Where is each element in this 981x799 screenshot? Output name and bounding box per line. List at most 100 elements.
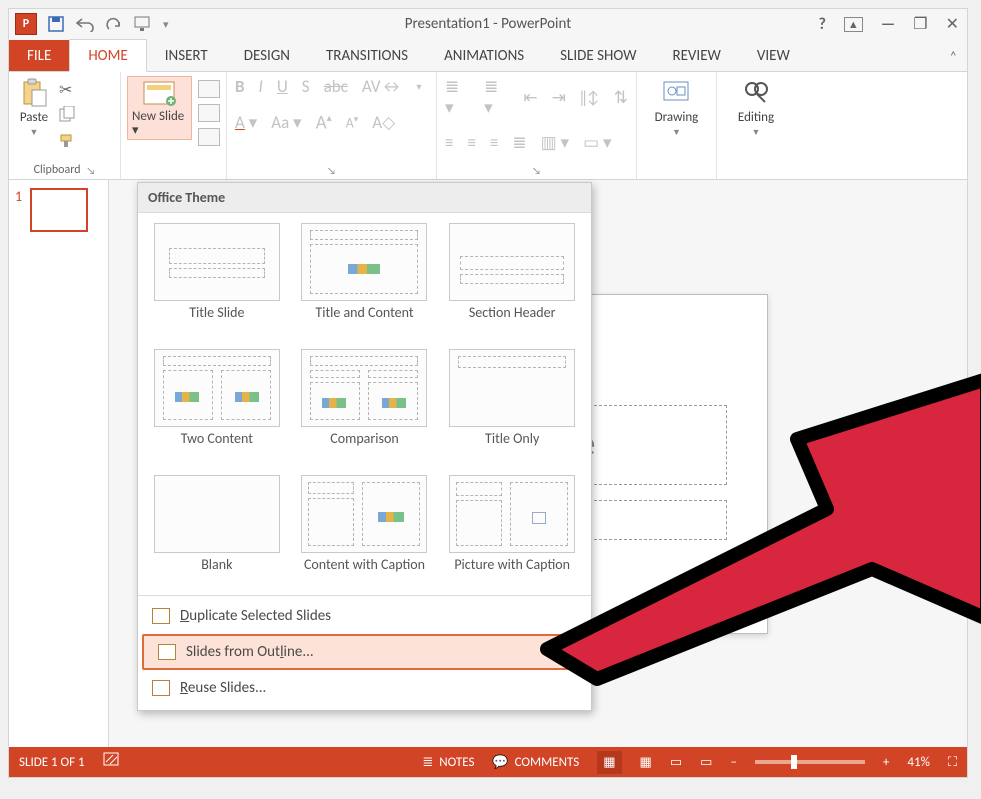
layout-two-content[interactable]: Two Content (148, 349, 286, 465)
close-button[interactable]: ✕ (946, 14, 959, 34)
spellcheck-icon[interactable] (103, 752, 121, 772)
layout-title-slide[interactable]: Title Slide (148, 223, 286, 339)
character-spacing-button[interactable]: AV↔ (360, 76, 405, 97)
notes-button[interactable]: ≣ NOTES (422, 755, 474, 770)
underline-button[interactable]: U (275, 76, 290, 97)
slide-thumbnail-pane[interactable]: 1 (9, 180, 109, 747)
tab-view[interactable]: VIEW (739, 40, 808, 71)
tab-insert[interactable]: INSERT (147, 40, 226, 71)
layout-title-and-content[interactable]: Title and Content (296, 223, 434, 339)
format-painter-icon[interactable] (59, 133, 77, 154)
group-editing: Editing ▼ (717, 72, 795, 179)
reuse-slides-label: Reuse Slides... (180, 679, 266, 697)
app-window: P ▾ Presentation1 - PowerPoint ? ▲ — ❐ ✕ (8, 8, 968, 778)
customize-qat-icon[interactable]: ▾ (163, 18, 169, 31)
reuse-slides[interactable]: Reuse Slides... (138, 672, 591, 704)
copy-icon[interactable] (59, 106, 77, 127)
line-spacing-button[interactable]: ‖↕ (578, 87, 602, 108)
zoom-slider[interactable] (755, 760, 865, 764)
layout-comparison[interactable]: Comparison (296, 349, 434, 465)
slide-counter[interactable]: SLIDE 1 OF 1 (19, 755, 85, 770)
editing-label: Editing (738, 110, 774, 125)
paste-button[interactable]: Paste ▼ (15, 76, 53, 140)
italic-button[interactable]: I (257, 76, 265, 97)
zoom-out-button[interactable]: – (730, 755, 736, 770)
change-case-button[interactable]: Aa ▾ (269, 112, 303, 133)
tab-design[interactable]: DESIGN (226, 40, 308, 71)
undo-icon[interactable] (75, 16, 95, 32)
grow-font-button[interactable]: A▴ (314, 111, 334, 134)
ribbon-display-options-icon[interactable]: ▲ (844, 17, 863, 32)
section-icon[interactable] (198, 128, 220, 146)
align-left-button[interactable]: ≡ (443, 132, 455, 153)
reading-view-icon[interactable]: ▭ (670, 755, 682, 770)
new-slide-button[interactable]: New Slide ▾ (127, 76, 192, 140)
layout-section-header[interactable]: Section Header (443, 223, 581, 339)
editing-button[interactable]: Editing ▼ (734, 76, 778, 140)
save-icon[interactable] (47, 15, 65, 33)
columns-button[interactable]: ▥ ▾ (539, 132, 571, 153)
duplicate-label: Duplicate Selected Slides (180, 607, 331, 625)
collapse-ribbon-icon[interactable]: ˄ (939, 42, 967, 71)
drawing-button[interactable]: Drawing ▼ (651, 76, 703, 140)
group-drawing: Drawing ▼ (637, 72, 717, 179)
slides-from-outline[interactable]: Slides from Outline... (142, 634, 587, 670)
increase-indent-button[interactable]: ⇥ (550, 87, 568, 108)
tab-review[interactable]: REVIEW (654, 40, 738, 71)
align-center-button[interactable]: ≡ (465, 132, 477, 153)
help-button[interactable]: ? (818, 15, 825, 34)
align-right-button[interactable]: ≡ (488, 132, 500, 153)
bullets-button[interactable]: ≣ ▾ (443, 76, 472, 118)
comments-button[interactable]: 💬 COMMENTS (492, 755, 579, 770)
slide-sorter-view-icon[interactable]: ▦ (640, 755, 652, 770)
numbering-button[interactable]: ≣ ▾ (482, 76, 511, 118)
clear-formatting-button[interactable]: A◇ (370, 112, 397, 133)
notes-label: NOTES (439, 755, 474, 770)
bold-button[interactable]: B (233, 76, 247, 97)
slide-thumbnail-1[interactable] (30, 188, 88, 232)
redo-icon[interactable] (105, 16, 123, 32)
tab-slideshow[interactable]: SLIDE SHOW (542, 40, 654, 71)
paste-label: Paste (20, 110, 48, 125)
reset-slide-icon[interactable] (198, 104, 220, 122)
layout-label: Title and Content (315, 305, 413, 339)
zoom-in-button[interactable]: + (883, 755, 889, 770)
clipboard-launcher-icon[interactable]: ↘ (87, 164, 96, 177)
ribbon: Paste ▼ ✂ Clipboard↘ (9, 72, 967, 180)
minimize-button[interactable]: — (881, 15, 895, 34)
normal-view-icon[interactable]: ▦ (597, 751, 621, 774)
strikethrough-button[interactable]: abc (322, 76, 350, 97)
shrink-font-button[interactable]: A▾ (344, 114, 361, 132)
zoom-level[interactable]: 41% (907, 755, 929, 770)
cut-icon[interactable]: ✂ (59, 80, 77, 100)
layout-picture-with-caption[interactable]: Picture with Caption (443, 475, 581, 591)
font-launcher-icon[interactable]: ↘ (327, 164, 336, 177)
outline-icon (158, 644, 176, 660)
shadow-button[interactable]: S (300, 76, 312, 97)
justify-button[interactable]: ≣ (510, 132, 528, 153)
tab-transitions[interactable]: TRANSITIONS (308, 40, 426, 71)
tab-home[interactable]: HOME (69, 39, 146, 72)
font-more-icon[interactable]: ▾ (414, 80, 423, 93)
slide-layout-icon[interactable] (198, 80, 220, 98)
zoom-slider-thumb[interactable] (791, 755, 797, 769)
paragraph-launcher-icon[interactable]: ↘ (532, 164, 541, 177)
fit-to-window-icon[interactable]: ⛶ (948, 755, 957, 770)
font-color-button[interactable]: A ▾ (233, 112, 259, 133)
tab-file[interactable]: FILE (9, 40, 69, 71)
text-direction-button[interactable]: ⇅ (612, 87, 630, 108)
decrease-indent-button[interactable]: ⇤ (521, 87, 539, 108)
duplicate-selected-slides[interactable]: Duplicate Selected Slides (138, 600, 591, 632)
start-from-beginning-icon[interactable] (133, 15, 153, 33)
restore-button[interactable]: ❐ (913, 14, 927, 34)
comments-icon: 💬 (492, 755, 508, 770)
slideshow-view-icon[interactable]: ▭ (700, 755, 712, 770)
convert-smartart-button[interactable]: ▭ ▾ (581, 132, 613, 153)
layout-content-with-caption[interactable]: Content with Caption (296, 475, 434, 591)
layout-blank[interactable]: Blank (148, 475, 286, 591)
group-slides: New Slide ▾ (121, 72, 227, 179)
group-clipboard: Paste ▼ ✂ Clipboard↘ (9, 72, 121, 179)
layout-title-only[interactable]: Title Only (443, 349, 581, 465)
tab-animations[interactable]: ANIMATIONS (426, 40, 542, 71)
paste-icon (19, 78, 49, 108)
